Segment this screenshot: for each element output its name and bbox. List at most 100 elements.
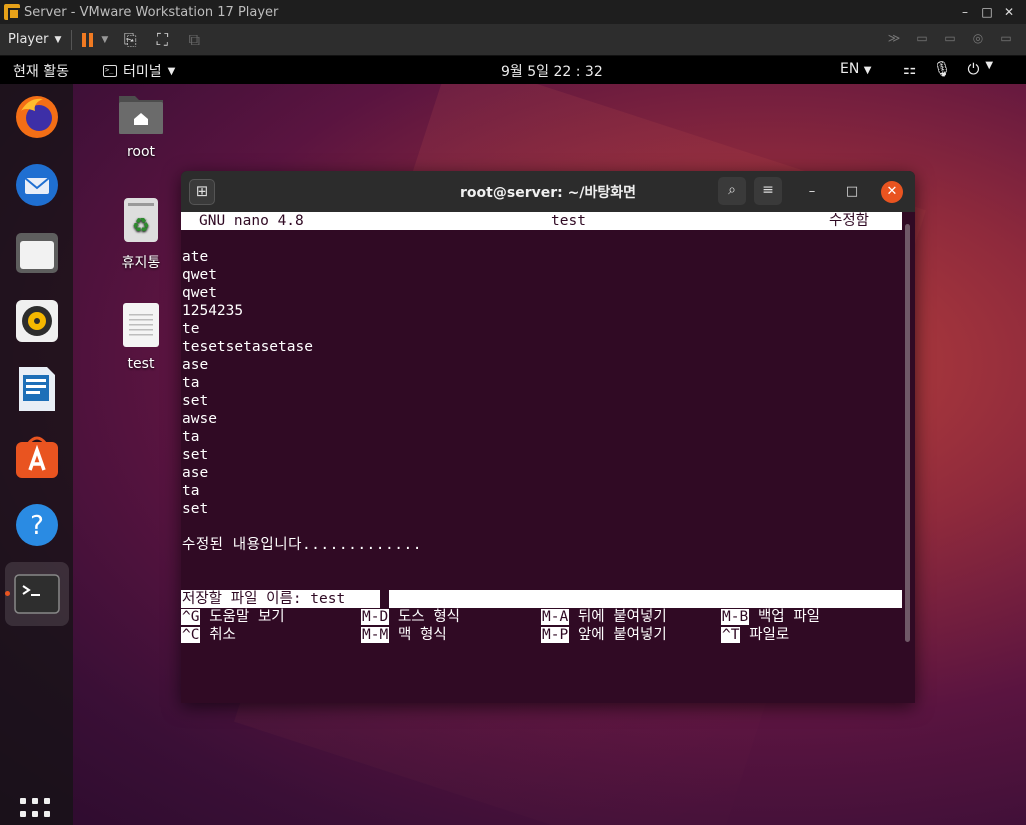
save-prompt-text: 저장할 파일 이름: test bbox=[182, 591, 346, 607]
home-folder-icon bbox=[119, 96, 163, 134]
network-adapter-icon[interactable]: ▭ bbox=[940, 31, 960, 49]
file-line: te bbox=[182, 321, 200, 337]
player-menu-label: Player bbox=[8, 32, 49, 47]
svg-text:♻: ♻ bbox=[132, 213, 150, 237]
file-line: ta bbox=[182, 429, 200, 445]
shortcut-key: ^G bbox=[181, 609, 201, 625]
shortcut-backup[interactable]: M-B 백업 파일 bbox=[721, 608, 820, 626]
shortcut-key: M-B bbox=[721, 609, 750, 625]
desktop-icon-trash[interactable]: ♻ 휴지통 bbox=[106, 196, 176, 272]
shortcut-append[interactable]: M-A 뒤에 붙여넣기 bbox=[541, 608, 667, 626]
terminal-icon[interactable] bbox=[13, 570, 61, 618]
edited-line: 수정된 내용입니다............. bbox=[182, 537, 422, 553]
shortcut-label: 뒤에 붙여넣기 bbox=[577, 609, 667, 625]
shortcut-label: 도스 형식 bbox=[397, 609, 461, 625]
files-icon[interactable] bbox=[13, 229, 61, 277]
nano-header: GNU nano 4.8 test 수정함 bbox=[181, 212, 902, 230]
file-content[interactable]: ate qwet qwet 1254235 te tesetsetasetase… bbox=[182, 248, 313, 518]
terminal-scrollbar[interactable] bbox=[905, 224, 910, 642]
text-file-icon bbox=[123, 303, 159, 347]
rhythmbox-icon[interactable] bbox=[13, 297, 61, 345]
file-line: qwet bbox=[182, 267, 217, 283]
svg-text:?: ? bbox=[30, 511, 44, 541]
file-line: set bbox=[182, 501, 209, 517]
maximize-button[interactable]: □ bbox=[976, 5, 998, 19]
shortcut-label: 도움말 보기 bbox=[209, 609, 285, 625]
shortcut-cancel[interactable]: ^C 취소 bbox=[181, 626, 236, 644]
shortcut-label: 맥 형식 bbox=[397, 627, 447, 643]
file-line: set bbox=[182, 447, 209, 463]
shortcut-label: 백업 파일 bbox=[757, 609, 821, 625]
help-icon[interactable]: ? bbox=[13, 501, 61, 549]
desktop-icon-test[interactable]: test bbox=[106, 302, 176, 372]
shortcut-key: M-P bbox=[541, 627, 570, 643]
chevron-down-icon: ▼ bbox=[863, 65, 872, 76]
power-icon: ⏻ bbox=[967, 60, 980, 78]
minimize-button[interactable]: – bbox=[954, 5, 976, 19]
close-button[interactable]: ✕ bbox=[998, 5, 1020, 19]
libreoffice-writer-icon[interactable] bbox=[13, 365, 61, 413]
close-button[interactable]: ✕ bbox=[881, 181, 903, 203]
shortcut-label: 취소 bbox=[209, 627, 236, 643]
hard-disk-icon[interactable]: ▭ bbox=[912, 31, 932, 49]
shortcut-to-files[interactable]: ^T 파일로 bbox=[721, 626, 789, 644]
shortcut-key: ^T bbox=[721, 627, 741, 643]
window-title: Server - VMware Workstation 17 Player bbox=[24, 4, 279, 20]
dock: ? bbox=[0, 84, 73, 825]
file-line: ta bbox=[182, 375, 200, 391]
guest-desktop: 현재 활동 >_ 터미널 ▼ 9월 5일 22 : 32 EN ▼ ⚏ 🎙 ⏻ … bbox=[0, 56, 1026, 825]
player-menu-button[interactable]: Player ▼ bbox=[8, 32, 61, 47]
desktop-icon-label: root bbox=[126, 144, 156, 160]
app-menu[interactable]: >_ 터미널 ▼ bbox=[103, 61, 175, 81]
clock[interactable]: 9월 5일 22 : 32 bbox=[501, 61, 603, 81]
fullscreen-icon[interactable]: ⛶ bbox=[152, 30, 172, 50]
shortcut-label: 앞에 붙여넣기 bbox=[577, 627, 667, 643]
activities-button[interactable]: 현재 활동 bbox=[13, 61, 69, 81]
desktop-icon-root[interactable]: root bbox=[106, 92, 176, 160]
shortcut-key: M-M bbox=[361, 627, 390, 643]
file-line: tesetsetasetase bbox=[182, 339, 313, 355]
chevron-down-icon[interactable]: ▼ bbox=[101, 35, 108, 45]
file-line: qwet bbox=[182, 285, 217, 301]
terminal-window: ⊞ root@server: ~/바탕화면 ⌕ ≡ – □ ✕ GNU nano… bbox=[181, 171, 915, 703]
shortcut-mac-format[interactable]: M-M 맥 형식 bbox=[361, 626, 447, 644]
usb-device-icon[interactable]: ▭ bbox=[996, 31, 1016, 49]
pause-icon[interactable] bbox=[82, 32, 94, 47]
chevron-down-icon: ▼ bbox=[985, 60, 994, 71]
unity-icon[interactable]: ⧉ bbox=[184, 30, 204, 50]
shortcut-label: 파일로 bbox=[749, 627, 790, 643]
nano-file-name: test bbox=[551, 213, 586, 229]
terminal-body[interactable]: GNU nano 4.8 test 수정함 ate qwet qwet 1254… bbox=[181, 212, 915, 703]
search-button[interactable]: ⌕ bbox=[718, 177, 746, 205]
shortcut-help[interactable]: ^G 도움말 보기 bbox=[181, 608, 285, 626]
shortcut-key: M-D bbox=[361, 609, 390, 625]
search-icon: ⌕ bbox=[728, 182, 736, 198]
maximize-button[interactable]: □ bbox=[841, 181, 863, 203]
desktop-icon-label: test bbox=[127, 356, 155, 372]
file-line: set bbox=[182, 393, 209, 409]
terminal-icon: >_ bbox=[103, 65, 117, 77]
shortcut-prepend[interactable]: M-P 앞에 붙여넣기 bbox=[541, 626, 667, 644]
send-ctrl-alt-del-icon[interactable]: ⎘ bbox=[120, 30, 140, 50]
save-prompt[interactable]: 저장할 파일 이름: test bbox=[181, 590, 902, 608]
cd-drive-icon[interactable]: ◎ bbox=[968, 31, 988, 49]
trash-icon: ♻ bbox=[124, 198, 158, 242]
language-selector[interactable]: EN ▼ bbox=[840, 61, 871, 77]
forward-icon[interactable]: ≫ bbox=[884, 31, 904, 49]
show-applications-icon[interactable] bbox=[20, 798, 54, 825]
app-menu-label: 터미널 bbox=[123, 64, 162, 80]
hamburger-icon: ≡ bbox=[762, 182, 774, 198]
file-line: ate bbox=[182, 249, 209, 265]
microphone-icon: 🎙 bbox=[932, 60, 952, 78]
menu-button[interactable]: ≡ bbox=[754, 177, 782, 205]
desktop-icon-label: 휴지통 bbox=[121, 255, 161, 271]
shortcut-key: ^C bbox=[181, 627, 201, 643]
text-cursor bbox=[380, 590, 389, 608]
firefox-icon[interactable] bbox=[13, 93, 61, 141]
language-label: EN bbox=[840, 61, 860, 77]
minimize-button[interactable]: – bbox=[801, 181, 823, 203]
thunderbird-icon[interactable] bbox=[13, 161, 61, 209]
shortcut-dos-format[interactable]: M-D 도스 형식 bbox=[361, 608, 460, 626]
software-center-icon[interactable] bbox=[13, 433, 61, 481]
system-tray[interactable]: ⚏ 🎙 ⏻ ▼ bbox=[903, 60, 993, 78]
